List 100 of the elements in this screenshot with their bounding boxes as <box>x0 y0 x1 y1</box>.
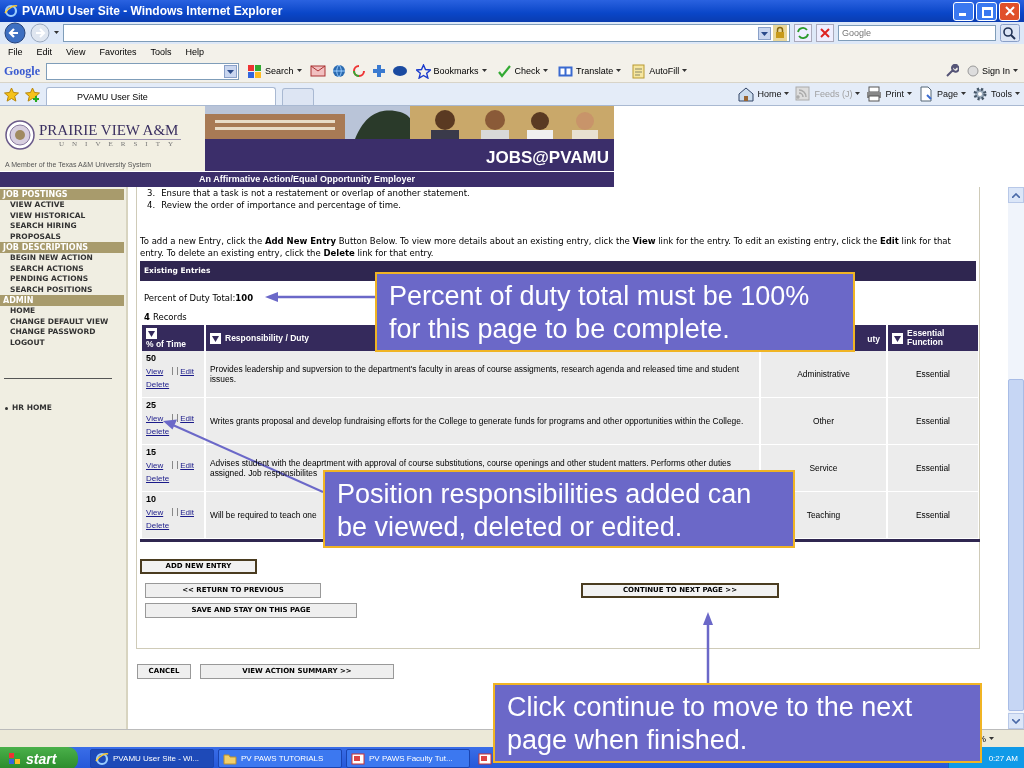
close-button[interactable] <box>999 1 1020 21</box>
oval-icon[interactable] <box>391 65 408 77</box>
callout-tooltip: Position responsibilities added can be viewed, deleted or edited. <box>323 470 795 548</box>
caret-down-icon <box>1012 718 1020 724</box>
wrench-icon[interactable] <box>944 64 959 78</box>
callout-tooltip: Click continue to move to the next page when finished. <box>493 683 982 763</box>
minimize-button[interactable] <box>953 1 974 21</box>
taskbar-button[interactable]: PVAMU User Site - Wi... <box>90 749 214 768</box>
mail-icon[interactable] <box>309 64 326 78</box>
caret-icon[interactable] <box>1013 69 1018 73</box>
delete-link[interactable]: Delete <box>146 378 200 391</box>
home-icon <box>738 86 755 102</box>
edit-link[interactable]: Edit <box>180 506 194 519</box>
arrow <box>703 612 713 683</box>
column-header[interactable]: % of Time <box>142 325 204 351</box>
caret-icon[interactable] <box>682 69 688 73</box>
lock-icon <box>773 25 787 41</box>
note-icon <box>631 63 647 79</box>
browser-tab[interactable]: PVAMU User Site <box>46 87 276 105</box>
menu-item[interactable]: Edit <box>36 47 53 57</box>
squares-icon <box>247 63 262 79</box>
toolbar-button[interactable]: Search <box>245 62 304 80</box>
percent-value: 50 <box>146 352 157 365</box>
sign-in-button[interactable]: Sign In <box>964 62 1020 80</box>
restore-button[interactable] <box>976 1 997 21</box>
feed-icon <box>795 86 812 102</box>
checkmark-icon <box>496 63 512 79</box>
caret-icon[interactable] <box>961 92 966 96</box>
delete-link[interactable]: Delete <box>146 425 200 438</box>
swirl-icon[interactable] <box>351 64 366 78</box>
percent-value: 25 <box>146 399 157 412</box>
caret-icon[interactable] <box>784 92 790 96</box>
menu-item[interactable]: Tools <box>150 47 172 57</box>
caret-icon[interactable] <box>481 69 487 73</box>
delete-link[interactable]: Delete <box>146 472 200 485</box>
taskbar-button[interactable]: PV PAWS TUTORIALS <box>218 749 342 768</box>
menu-item[interactable]: View <box>66 47 86 57</box>
toolbar-button[interactable]: AutoFill <box>629 62 690 80</box>
plus-icon[interactable] <box>371 64 386 78</box>
menu-item[interactable]: Favorites <box>99 47 137 57</box>
toolbar-button[interactable]: Bookmarks <box>413 62 489 80</box>
menu-item[interactable]: Help <box>185 47 204 57</box>
command-button[interactable]: Home <box>738 86 790 102</box>
instructions-text: To add a new Entry, click the Add New Entry Button Below. To view more details about an existing entry, click the View link for the entry. To edit an existing entry, click the Edit link for that entry. To delete an existing entry, click the Delete link for that entry. <box>140 235 952 259</box>
command-button[interactable]: Tools <box>972 86 1020 102</box>
favorites-star-icon[interactable] <box>4 86 19 102</box>
edit-link[interactable]: Edit <box>180 365 194 378</box>
slides-icon[interactable] <box>478 751 492 766</box>
window-title: PVAMU User Site - Windows Internet Explorer <box>22 4 284 18</box>
sort-icon <box>892 332 903 344</box>
globe-icon[interactable] <box>331 64 346 78</box>
column-header[interactable]: Essential Function <box>888 325 978 351</box>
seal-icon <box>5 120 35 150</box>
toolbar-button[interactable]: Check <box>494 62 551 80</box>
percent-value: 15 <box>146 446 157 459</box>
add-favorite-icon[interactable] <box>25 86 40 102</box>
caret-icon[interactable] <box>296 69 302 73</box>
view-link[interactable]: View <box>146 506 164 519</box>
scroll-down-button[interactable] <box>1008 713 1024 729</box>
start-button[interactable]: start <box>0 747 78 768</box>
command-button[interactable]: Print <box>866 86 912 102</box>
toolbar-button[interactable]: Translate <box>556 62 624 80</box>
toolbar-search-field[interactable] <box>46 62 239 80</box>
toolbar-logo: Google <box>4 63 40 79</box>
delete-link[interactable]: Delete <box>146 519 200 532</box>
scroll-thumb[interactable] <box>1008 379 1024 711</box>
browser-logo-icon <box>4 4 18 18</box>
dropdown-icon[interactable] <box>758 26 771 40</box>
caret-icon[interactable] <box>616 69 622 73</box>
search-field[interactable]: Google <box>838 25 996 41</box>
back-button-icon[interactable] <box>4 22 26 44</box>
scroll-up-button[interactable] <box>1008 187 1024 203</box>
percent-value: 10 <box>146 493 157 506</box>
table-cell: Provides leadership and supversion to the department's faculty in areas of course assigments, research agenda and released time and student issues. <box>210 364 740 384</box>
view-link[interactable]: View <box>146 412 164 425</box>
total-label: Percent of Duty Total: <box>144 293 236 303</box>
caret-icon[interactable] <box>543 69 549 73</box>
caret-icon[interactable] <box>54 31 59 35</box>
star-icon <box>415 63 431 79</box>
refresh-icon[interactable] <box>794 24 812 42</box>
table-cell: Teaching <box>806 510 841 520</box>
step-number: 3. <box>147 187 156 199</box>
stop-icon[interactable] <box>816 24 834 42</box>
caret-icon[interactable] <box>906 92 912 96</box>
command-button[interactable]: Page <box>917 86 966 102</box>
close-icon <box>1004 6 1015 16</box>
view-link[interactable]: View <box>146 459 164 472</box>
search-icon[interactable] <box>1000 24 1020 42</box>
dropdown-icon[interactable] <box>224 64 237 78</box>
edit-link[interactable]: Edit <box>180 412 194 425</box>
flag-icon <box>8 751 22 766</box>
edit-link[interactable]: Edit <box>180 459 194 472</box>
table-cell: Essential <box>916 510 950 520</box>
caret-icon[interactable] <box>989 736 994 741</box>
table-cell: Will be required to teach one <box>210 510 317 520</box>
taskbar-button[interactable]: PV PAWS Faculty Tut... <box>346 749 470 768</box>
address-field[interactable] <box>63 24 790 42</box>
view-link[interactable]: View <box>146 365 164 378</box>
menu-item[interactable]: File <box>8 47 23 57</box>
caret-icon[interactable] <box>1015 92 1020 96</box>
